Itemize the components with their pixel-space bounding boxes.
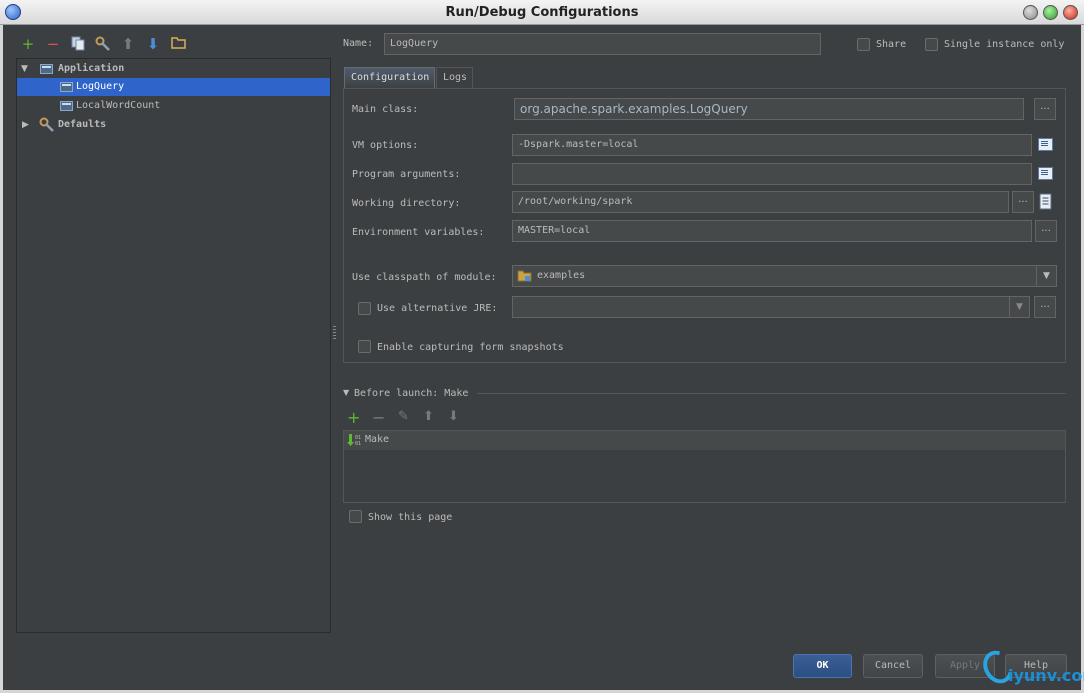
classpath-module-label: Use classpath of module: [352,272,497,283]
list-item[interactable]: 01 01 Make [344,431,1065,450]
single-instance-label: Single instance only [944,39,1065,50]
alternative-jre-checkbox[interactable] [358,302,371,315]
splitter-handle[interactable] [333,326,336,340]
tree-group-application[interactable]: ▼ Application [17,60,330,78]
minimize-button[interactable] [1023,5,1038,20]
collapse-triangle-icon[interactable]: ▶ [22,116,32,134]
tree-group-defaults[interactable]: ▶ Defaults [17,116,330,134]
before-launch-remove-icon[interactable]: − [372,408,385,427]
share-checkbox[interactable] [857,38,870,51]
add-icon[interactable]: + [20,36,36,52]
form-snapshots-label: Enable capturing form snapshots [377,342,564,353]
tree-item-label: LogQuery [76,81,125,92]
maximize-button[interactable] [1043,5,1058,20]
module-folder-icon [517,269,532,286]
classpath-module-value: examples [537,270,586,281]
vm-options-expand-icon[interactable] [1035,134,1055,154]
name-label: Name: [343,38,374,49]
move-down-icon[interactable]: ⬇ [145,36,161,52]
working-directory-browse-button[interactable]: ... [1012,191,1034,213]
make-label: Make [365,434,390,445]
expand-triangle-icon[interactable]: ▼ [21,60,31,78]
tab-configuration[interactable]: Configuration [344,67,435,89]
show-this-page-label: Show this page [368,512,453,523]
working-directory-label: Working directory: [352,198,461,209]
show-this-page-checkbox[interactable] [349,510,362,523]
application-icon [40,64,53,74]
remove-icon[interactable]: − [45,36,61,52]
before-launch-edit-icon[interactable]: ✎ [398,409,409,424]
classpath-module-select[interactable]: examples ▼ [512,265,1057,287]
ok-button[interactable]: OK [793,654,852,678]
window-frame-left [0,25,3,693]
tree-group-label: Defaults [58,119,107,130]
macro-list-icon[interactable] [1036,192,1056,212]
main-class-field[interactable]: org.apache.spark.examples.LogQuery [514,98,1024,120]
name-field[interactable]: LogQuery [384,33,821,55]
share-label: Share [876,39,907,50]
tree-group-label: Application [58,63,125,74]
environment-variables-field[interactable]: MASTER=local [512,220,1032,242]
vm-options-label: VM options: [352,140,419,151]
tree-item-localwordcount[interactable]: LocalWordCount [17,97,330,115]
alternative-jre-label: Use alternative JRE: [377,303,498,314]
edit-defaults-icon[interactable] [95,36,111,52]
configuration-tree[interactable]: ▼ Application LogQuery LocalWordCount ▶ … [16,58,331,633]
application-icon [60,82,73,92]
tree-item-logquery[interactable]: LogQuery [17,78,330,96]
title-bar: Run/Debug Configurations [0,0,1084,25]
before-launch-down-icon[interactable]: ⬇ [448,409,459,424]
program-arguments-field[interactable] [512,163,1032,185]
program-arguments-expand-icon[interactable] [1035,163,1055,183]
before-launch-up-icon[interactable]: ⬆ [423,409,434,424]
environment-variables-browse-button[interactable]: ... [1035,220,1057,242]
before-launch-list[interactable]: 01 01 Make [343,430,1066,503]
program-arguments-label: Program arguments: [352,169,461,180]
before-launch-separator [477,393,1066,394]
folder-icon[interactable] [170,36,186,52]
before-launch-title: Before launch: Make [354,388,469,399]
copy-icon[interactable] [70,36,86,52]
cancel-button[interactable]: Cancel [863,654,923,678]
tree-item-label: LocalWordCount [76,100,161,111]
working-directory-field[interactable]: /root/working/spark [512,191,1009,213]
form-snapshots-checkbox[interactable] [358,340,371,353]
tab-logs[interactable]: Logs [436,67,473,89]
before-launch-collapse-icon[interactable]: ▼ [343,388,349,397]
dropdown-arrow-icon[interactable]: ▼ [1036,266,1056,286]
alternative-jre-select[interactable]: ▼ [512,296,1030,318]
window-title: Run/Debug Configurations [445,5,639,20]
move-up-icon[interactable]: ⬆ [120,36,136,52]
vm-options-field[interactable]: -Dspark.master=local [512,134,1032,156]
before-launch-add-icon[interactable]: + [347,408,360,427]
application-icon [60,101,73,111]
watermark-logo: iyunv.com [977,645,1084,690]
main-class-label: Main class: [352,104,419,115]
svg-text:01: 01 [355,441,361,447]
environment-variables-label: Environment variables: [352,227,485,238]
wrench-icon [39,117,55,139]
alternative-jre-browse-button[interactable]: ... [1034,296,1056,318]
make-icon: 01 01 [346,433,362,450]
single-instance-checkbox[interactable] [925,38,938,51]
dropdown-arrow-icon[interactable]: ▼ [1009,297,1029,317]
close-button[interactable] [1063,5,1078,20]
watermark-text: iyunv.com [1008,666,1084,685]
main-class-browse-button[interactable]: ... [1034,98,1056,120]
